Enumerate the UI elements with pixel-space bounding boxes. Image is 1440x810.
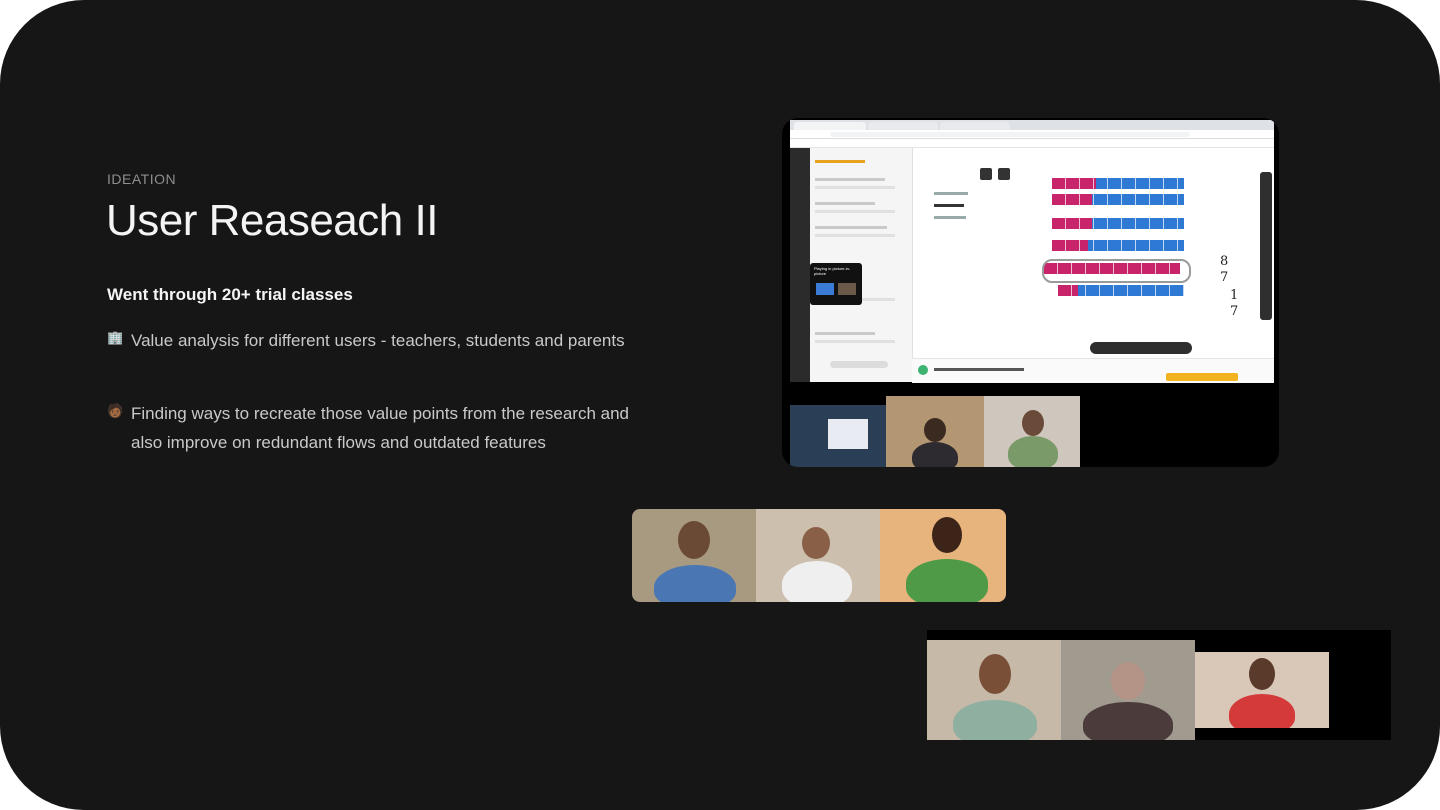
- video-tile-participant: [632, 509, 756, 602]
- fraction-bar: [1052, 178, 1184, 189]
- video-tile-participant: [1195, 652, 1329, 728]
- video-tile-participant: [927, 640, 1061, 740]
- browser-window: Playing in picture-in-picture 8 7 1 7: [790, 120, 1274, 383]
- office-building-icon: 🏢: [107, 330, 124, 345]
- status-badge: [1166, 373, 1238, 381]
- fraction-bar: [1058, 285, 1184, 296]
- pip-label: Playing in picture-in-picture: [814, 266, 851, 276]
- subheading: Went through 20+ trial classes: [107, 285, 353, 304]
- class-screenshot: Playing in picture-in-picture 8 7 1 7: [782, 118, 1279, 467]
- whiteboard-right-toolbar: [1260, 172, 1272, 320]
- whiteboard-tool: [998, 168, 1010, 180]
- slide-title: User Reaseach II: [106, 196, 438, 245]
- video-tile-participant: [1061, 640, 1195, 740]
- person-icon: 🧑🏾: [107, 403, 124, 418]
- video-call-screenshot: [632, 509, 1006, 602]
- video-tile-participant: [880, 509, 1006, 602]
- panel-button: [830, 361, 888, 368]
- app-left-rail: [790, 148, 810, 382]
- address-bar: [830, 132, 1190, 137]
- video-tile-teacher: [984, 396, 1080, 467]
- video-tile-student: [886, 396, 984, 467]
- slide: IDEATION User Reaseach II Went through 2…: [0, 0, 1440, 810]
- bullet-text: Value analysis for different users - tea…: [131, 331, 625, 350]
- bookmarks-bar: [790, 139, 1274, 148]
- browser-tab: [940, 122, 1010, 130]
- video-tile-participant: [756, 509, 880, 602]
- bullet-value-analysis: 🏢 Value analysis for different users - t…: [107, 326, 637, 355]
- video-call-screenshot: [927, 630, 1391, 740]
- handwritten-fraction: 1: [1230, 288, 1239, 303]
- video-tile-screen: [790, 405, 886, 467]
- bullet-recreate-value: 🧑🏾 Finding ways to recreate those value …: [107, 399, 637, 457]
- browser-tab: [868, 122, 938, 130]
- handwritten-fraction: 7: [1220, 270, 1229, 285]
- circled-annotation: [1042, 259, 1191, 283]
- whiteboard-tool: [980, 168, 992, 180]
- fraction-bar: [1052, 240, 1184, 251]
- handwritten-fraction: 8: [1220, 254, 1229, 269]
- handwritten-fraction: 7: [1230, 304, 1239, 319]
- picture-in-picture-overlay: Playing in picture-in-picture: [810, 263, 862, 305]
- chat-bar: [912, 358, 1274, 383]
- fraction-bar: [1052, 218, 1184, 229]
- bullet-text: Finding ways to recreate those value poi…: [131, 404, 629, 452]
- lesson-text: [914, 164, 970, 382]
- whiteboard-bottom-toolbar: [1090, 342, 1192, 354]
- section-eyebrow: IDEATION: [107, 171, 177, 187]
- fraction-bar: [1052, 194, 1184, 205]
- browser-tab: [794, 122, 866, 130]
